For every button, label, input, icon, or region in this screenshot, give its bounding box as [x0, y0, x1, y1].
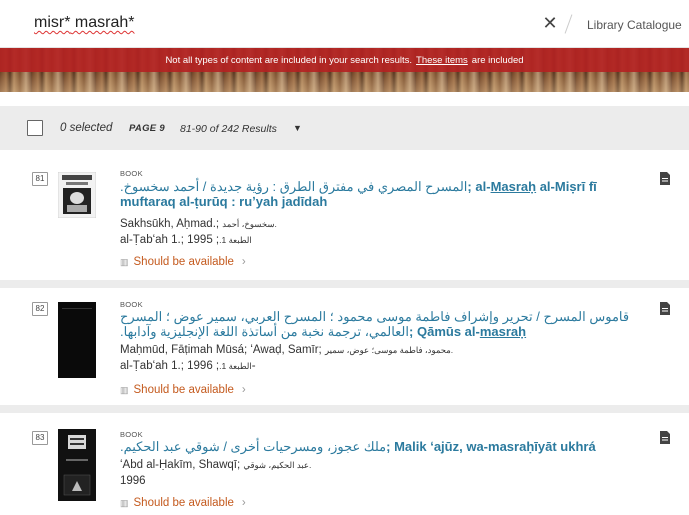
title-separator: ;: [409, 324, 414, 339]
record-year: ; 1995: [187, 234, 220, 246]
availability-text: Should be available: [133, 497, 234, 509]
search-term-misr: misr*: [34, 14, 71, 31]
library-icon: ▥: [120, 384, 129, 395]
record-type: BOOK: [120, 169, 143, 178]
record-year: 1996: [120, 475, 146, 487]
edition-arabic: الطبعة 1.: [219, 361, 252, 371]
document-icon[interactable]: [660, 302, 670, 315]
library-icon: ▥: [120, 497, 129, 508]
chevron-right-icon: ›: [241, 384, 246, 396]
title-latin-prefix: al-: [475, 179, 491, 194]
chevron-down-icon[interactable]: ▼: [293, 123, 302, 133]
edition-latin: al-Ṭabʻah 1.;: [120, 234, 184, 246]
results-range[interactable]: 81-90 of 242 Results: [180, 123, 277, 135]
selected-count: 0 selected: [60, 122, 113, 134]
record-type: BOOK: [120, 430, 143, 439]
search-bar: misr* masrah* ✕ Library Catalogue: [0, 0, 689, 48]
record-title[interactable]: المسرح المصري في مفترق الطرق : رؤية جديد…: [120, 179, 640, 209]
search-term-masrah: masrah*: [70, 14, 135, 31]
title-highlight: Masraḥ: [490, 179, 537, 194]
author-latin: Sakhsūkh, Aḥmad.;: [120, 218, 220, 230]
title-highlight: masraḥ: [479, 324, 527, 339]
record-edition: al-Ṭabʻah 1.; الطبعة 1.; 1995: [120, 234, 252, 246]
notice-bar: Not all types of content are included in…: [0, 48, 689, 72]
availability-text: Should be available: [133, 384, 234, 396]
select-all-checkbox[interactable]: [27, 120, 43, 136]
availability-link[interactable]: ▥ Should be available ›: [120, 497, 246, 509]
title-latin-suffix: īyāt ukhrá: [534, 439, 596, 454]
title-separator: ;: [386, 439, 391, 454]
close-icon[interactable]: ✕: [540, 13, 560, 33]
notice-suffix: are included: [471, 54, 524, 66]
record-edition: 1996: [120, 475, 146, 487]
scope-selector[interactable]: Library Catalogue: [587, 18, 682, 32]
author-latin: ʻAbd al-Ḥakīm, Shawqī;: [120, 459, 241, 471]
title-arabic: قاموس المسرح / تحرير وإشراف فاطمة موسى م…: [120, 309, 630, 339]
title-separator: ;: [467, 179, 472, 194]
result-record: 83 BOOK ملك عجوز، ومسرحيات أخرى / شوقي ع…: [0, 413, 689, 515]
author-arabic: سخسوخ، أحمد.: [222, 219, 277, 229]
edition-latin: al-Ṭabʻah 1.;: [120, 360, 184, 372]
author-arabic: عبد الحكيم، شوقي.: [243, 460, 312, 470]
title-latin-prefix: Malik ʻajūz, wa-: [394, 439, 489, 454]
title-arabic: المسرح المصري في مفترق الطرق : رؤية جديد…: [120, 179, 468, 194]
chevron-right-icon: ›: [241, 497, 246, 509]
author-latin: Maḥmūd, Fāṭimah Mūsá; ʻAwaḍ, Samīr;: [120, 344, 322, 356]
result-record: 82 BOOK قاموس المسرح / تحرير وإشراف فاطم…: [0, 288, 689, 413]
library-icon: ▥: [120, 256, 129, 267]
banner: Not all types of content are included in…: [0, 48, 689, 92]
results-toolbar: 0 selected PAGE 9 81-90 of 242 Results ▼: [0, 106, 689, 150]
edition-arabic: الطبعة 1.: [219, 235, 252, 245]
record-number: 82: [32, 302, 48, 316]
chevron-right-icon: ›: [241, 256, 246, 268]
divider: [564, 14, 573, 34]
record-type: BOOK: [120, 300, 143, 309]
availability-link[interactable]: ▥ Should be available ›: [120, 384, 246, 396]
record-author: Sakhsūkh, Aḥmad.; سخسوخ، أحمد.: [120, 218, 277, 230]
document-icon[interactable]: [660, 172, 670, 185]
result-record: 81 BOOK المسرح المصري في مفترق الطرق : ر…: [0, 158, 689, 288]
record-author: ʻAbd al-Ḥakīm, Shawqī; عبد الحكيم، شوقي.: [120, 459, 311, 471]
book-cover-thumbnail[interactable]: [57, 171, 97, 219]
book-cover-thumbnail[interactable]: [58, 429, 96, 501]
page-label: PAGE 9: [129, 123, 165, 134]
record-title[interactable]: ملك عجوز، ومسرحيات أخرى / شوقي عبد الحكي…: [120, 439, 640, 454]
record-edition: al-Ṭabʻah 1.; الطبعة 1.; 1996-: [120, 360, 256, 372]
title-highlight: masraḥ: [488, 439, 535, 454]
availability-text: Should be available: [133, 256, 234, 268]
record-title[interactable]: قاموس المسرح / تحرير وإشراف فاطمة موسى م…: [120, 309, 640, 339]
availability-link[interactable]: ▥ Should be available ›: [120, 256, 246, 268]
record-number: 83: [32, 431, 48, 445]
notice-text: Not all types of content are included in…: [165, 54, 413, 66]
title-latin-prefix: Qāmūs al-: [416, 324, 480, 339]
these-items-link[interactable]: These items: [416, 55, 468, 66]
search-input[interactable]: misr* masrah*: [34, 14, 134, 32]
book-cover-thumbnail[interactable]: [58, 302, 96, 378]
record-number: 81: [32, 172, 48, 186]
record-author: Maḥmūd, Fāṭimah Mūsá; ʻAwaḍ, Samīr; محمو…: [120, 344, 453, 356]
author-arabic: محمود، فاطمة موسى؛ عوض، سمير.: [324, 345, 454, 355]
document-icon[interactable]: [660, 431, 670, 444]
title-arabic: ملك عجوز، ومسرحيات أخرى / شوقي عبد الحكي…: [120, 439, 387, 454]
